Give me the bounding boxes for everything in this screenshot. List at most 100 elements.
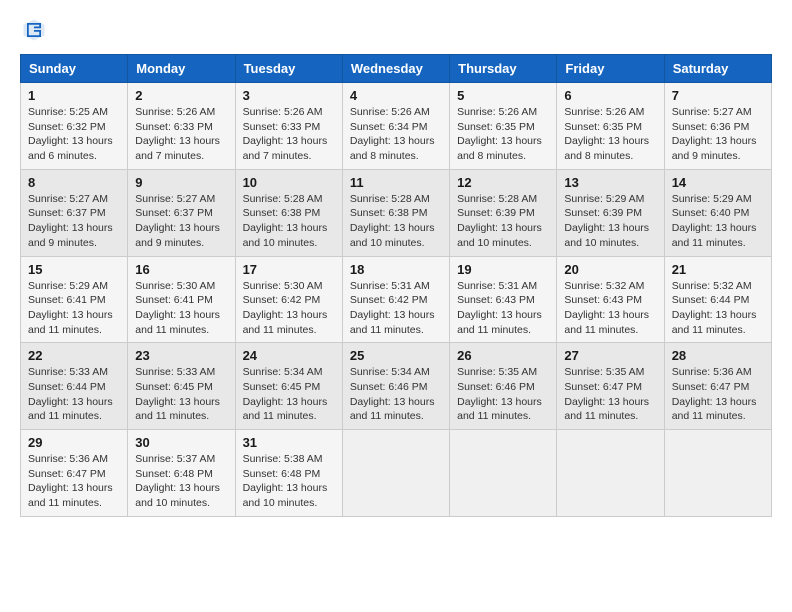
calendar-week-1: 1 Sunrise: 5:25 AMSunset: 6:32 PMDaylight…: [21, 83, 772, 170]
day-info: Sunrise: 5:27 AMSunset: 6:37 PMDaylight:…: [28, 192, 120, 251]
calendar-week-5: 29Sunrise: 5:36 AMSunset: 6:47 PMDayligh…: [21, 430, 772, 517]
calendar-header-row: SundayMondayTuesdayWednesdayThursdayFrid…: [21, 55, 772, 83]
generalblue-icon: [20, 16, 48, 44]
calendar-header-tuesday: Tuesday: [235, 55, 342, 83]
calendar-cell: 12 Sunrise: 5:28 AMSunset: 6:39 PMDayligh…: [450, 169, 557, 256]
day-number: 13: [564, 175, 656, 190]
day-number: 14: [672, 175, 764, 190]
day-number: 16: [135, 262, 227, 277]
day-number: 25: [350, 348, 442, 363]
calendar-cell: 9 Sunrise: 5:27 AMSunset: 6:37 PMDaylight…: [128, 169, 235, 256]
day-number: 23: [135, 348, 227, 363]
day-info: Sunrise: 5:26 AMSunset: 6:33 PMDaylight:…: [135, 105, 227, 164]
calendar-cell: 22 Sunrise: 5:33 AMSunset: 6:44 PMDayligh…: [21, 343, 128, 430]
day-info: Sunrise: 5:34 AMSunset: 6:45 PMDaylight:…: [243, 365, 335, 424]
day-number: 11: [350, 175, 442, 190]
calendar-cell: 23 Sunrise: 5:33 AMSunset: 6:45 PMDayligh…: [128, 343, 235, 430]
day-number: 7: [672, 88, 764, 103]
calendar-week-3: 15 Sunrise: 5:29 AMSunset: 6:41 PMDayligh…: [21, 256, 772, 343]
calendar-cell: [450, 430, 557, 517]
calendar-cell: 1 Sunrise: 5:25 AMSunset: 6:32 PMDaylight…: [21, 83, 128, 170]
day-info: Sunrise: 5:38 AMSunset: 6:48 PMDaylight:…: [243, 452, 335, 511]
calendar-cell: 15 Sunrise: 5:29 AMSunset: 6:41 PMDayligh…: [21, 256, 128, 343]
day-info: Sunrise: 5:36 AMSunset: 6:47 PMDaylight:…: [28, 452, 120, 511]
calendar-cell: 27 Sunrise: 5:35 AMSunset: 6:47 PMDayligh…: [557, 343, 664, 430]
day-info: Sunrise: 5:32 AMSunset: 6:44 PMDaylight:…: [672, 279, 764, 338]
day-number: 26: [457, 348, 549, 363]
day-info: Sunrise: 5:35 AMSunset: 6:47 PMDaylight:…: [564, 365, 656, 424]
day-info: Sunrise: 5:29 AMSunset: 6:41 PMDaylight:…: [28, 279, 120, 338]
calendar-cell: 24 Sunrise: 5:34 AMSunset: 6:45 PMDayligh…: [235, 343, 342, 430]
calendar-cell: 17 Sunrise: 5:30 AMSunset: 6:42 PMDayligh…: [235, 256, 342, 343]
day-info: Sunrise: 5:27 AMSunset: 6:37 PMDaylight:…: [135, 192, 227, 251]
day-number: 24: [243, 348, 335, 363]
day-number: 17: [243, 262, 335, 277]
calendar-cell: 10 Sunrise: 5:28 AMSunset: 6:38 PMDayligh…: [235, 169, 342, 256]
day-info: Sunrise: 5:37 AMSunset: 6:48 PMDaylight:…: [135, 452, 227, 511]
day-number: 27: [564, 348, 656, 363]
calendar-cell: 11 Sunrise: 5:28 AMSunset: 6:38 PMDayligh…: [342, 169, 449, 256]
day-info: Sunrise: 5:25 AMSunset: 6:32 PMDaylight:…: [28, 105, 120, 164]
calendar-cell: 26 Sunrise: 5:35 AMSunset: 6:46 PMDayligh…: [450, 343, 557, 430]
calendar-cell: 28 Sunrise: 5:36 AMSunset: 6:47 PMDayligh…: [664, 343, 771, 430]
calendar-week-2: 8 Sunrise: 5:27 AMSunset: 6:37 PMDaylight…: [21, 169, 772, 256]
calendar-cell: 6 Sunrise: 5:26 AMSunset: 6:35 PMDaylight…: [557, 83, 664, 170]
calendar-week-4: 22 Sunrise: 5:33 AMSunset: 6:44 PMDayligh…: [21, 343, 772, 430]
day-number: 1: [28, 88, 120, 103]
day-info: Sunrise: 5:30 AMSunset: 6:42 PMDaylight:…: [243, 279, 335, 338]
calendar-cell: 4 Sunrise: 5:26 AMSunset: 6:34 PMDaylight…: [342, 83, 449, 170]
day-info: Sunrise: 5:28 AMSunset: 6:38 PMDaylight:…: [243, 192, 335, 251]
calendar-cell: 25 Sunrise: 5:34 AMSunset: 6:46 PMDayligh…: [342, 343, 449, 430]
day-number: 31: [243, 435, 335, 450]
calendar-header-monday: Monday: [128, 55, 235, 83]
calendar-cell: 2Sunrise: 5:26 AMSunset: 6:33 PMDaylight…: [128, 83, 235, 170]
calendar-cell: [342, 430, 449, 517]
day-info: Sunrise: 5:36 AMSunset: 6:47 PMDaylight:…: [672, 365, 764, 424]
day-info: Sunrise: 5:32 AMSunset: 6:43 PMDaylight:…: [564, 279, 656, 338]
day-info: Sunrise: 5:26 AMSunset: 6:35 PMDaylight:…: [564, 105, 656, 164]
calendar-header-sunday: Sunday: [21, 55, 128, 83]
calendar-cell: 21 Sunrise: 5:32 AMSunset: 6:44 PMDayligh…: [664, 256, 771, 343]
day-number: 6: [564, 88, 656, 103]
day-number: 22: [28, 348, 120, 363]
day-number: 21: [672, 262, 764, 277]
day-number: 3: [243, 88, 335, 103]
day-number: 8: [28, 175, 120, 190]
day-info: Sunrise: 5:28 AMSunset: 6:39 PMDaylight:…: [457, 192, 549, 251]
day-number: 30: [135, 435, 227, 450]
day-info: Sunrise: 5:33 AMSunset: 6:44 PMDaylight:…: [28, 365, 120, 424]
calendar-cell: 29Sunrise: 5:36 AMSunset: 6:47 PMDayligh…: [21, 430, 128, 517]
day-number: 15: [28, 262, 120, 277]
calendar-cell: 30 Sunrise: 5:37 AMSunset: 6:48 PMDayligh…: [128, 430, 235, 517]
calendar-cell: 31 Sunrise: 5:38 AMSunset: 6:48 PMDayligh…: [235, 430, 342, 517]
day-info: Sunrise: 5:31 AMSunset: 6:43 PMDaylight:…: [457, 279, 549, 338]
day-info: Sunrise: 5:31 AMSunset: 6:42 PMDaylight:…: [350, 279, 442, 338]
day-info: Sunrise: 5:30 AMSunset: 6:41 PMDaylight:…: [135, 279, 227, 338]
day-number: 4: [350, 88, 442, 103]
day-info: Sunrise: 5:26 AMSunset: 6:33 PMDaylight:…: [243, 105, 335, 164]
day-info: Sunrise: 5:29 AMSunset: 6:39 PMDaylight:…: [564, 192, 656, 251]
day-number: 12: [457, 175, 549, 190]
calendar-cell: 18Sunrise: 5:31 AMSunset: 6:42 PMDayligh…: [342, 256, 449, 343]
day-info: Sunrise: 5:35 AMSunset: 6:46 PMDaylight:…: [457, 365, 549, 424]
day-number: 20: [564, 262, 656, 277]
day-number: 5: [457, 88, 549, 103]
day-info: Sunrise: 5:33 AMSunset: 6:45 PMDaylight:…: [135, 365, 227, 424]
calendar-header-saturday: Saturday: [664, 55, 771, 83]
calendar-cell: 20 Sunrise: 5:32 AMSunset: 6:43 PMDayligh…: [557, 256, 664, 343]
day-number: 10: [243, 175, 335, 190]
calendar-cell: 3 Sunrise: 5:26 AMSunset: 6:33 PMDaylight…: [235, 83, 342, 170]
calendar-header-wednesday: Wednesday: [342, 55, 449, 83]
day-info: Sunrise: 5:26 AMSunset: 6:34 PMDaylight:…: [350, 105, 442, 164]
header: [20, 16, 772, 44]
calendar-header-friday: Friday: [557, 55, 664, 83]
logo: [20, 16, 52, 44]
day-info: Sunrise: 5:34 AMSunset: 6:46 PMDaylight:…: [350, 365, 442, 424]
day-info: Sunrise: 5:29 AMSunset: 6:40 PMDaylight:…: [672, 192, 764, 251]
day-number: 9: [135, 175, 227, 190]
calendar-cell: 19Sunrise: 5:31 AMSunset: 6:43 PMDayligh…: [450, 256, 557, 343]
calendar: SundayMondayTuesdayWednesdayThursdayFrid…: [20, 54, 772, 517]
day-info: Sunrise: 5:28 AMSunset: 6:38 PMDaylight:…: [350, 192, 442, 251]
page: SundayMondayTuesdayWednesdayThursdayFrid…: [0, 0, 792, 612]
day-number: 28: [672, 348, 764, 363]
